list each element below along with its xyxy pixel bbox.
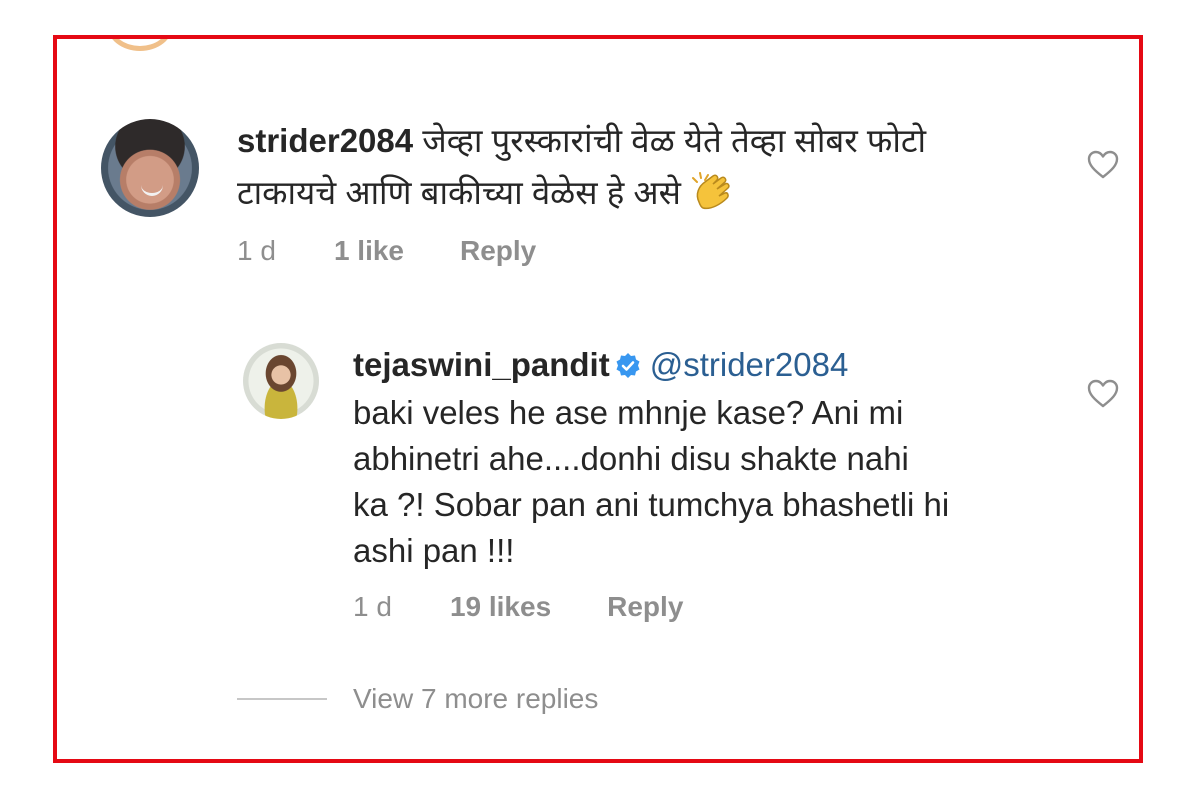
- reply-button[interactable]: Reply: [460, 235, 536, 267]
- reply-button[interactable]: Reply: [607, 591, 683, 623]
- reply-meta: 1 d 19 likes Reply: [353, 591, 683, 623]
- avatar-smile: [141, 185, 163, 196]
- comment-meta: 1 d 1 like Reply: [237, 235, 536, 267]
- comment-likes[interactable]: 1 like: [334, 235, 404, 267]
- replies-divider: [237, 698, 327, 700]
- screenshot-frame: strider2084 जेव्हा पुरस्कारांची वेळ येते…: [53, 35, 1143, 763]
- reply-likes[interactable]: 19 likes: [450, 591, 551, 623]
- avatar: [107, 39, 173, 51]
- reply-body-line-4: ashi pan !!!: [353, 532, 515, 569]
- reply-body-line-2: abhinetri ahe....donhi disu shakte nahi: [353, 440, 909, 477]
- reply-body-line-1: baki veles he ase mhnje kase? Ani mi: [353, 394, 904, 431]
- like-heart-icon[interactable]: [1087, 150, 1119, 180]
- avatar-tejaswini_pandit[interactable]: [243, 343, 319, 419]
- comment-body-line-2: टाकायचे आणि बाकीच्या वेळेस हे असे: [237, 174, 681, 211]
- avatar-strider2084[interactable]: [101, 119, 199, 217]
- verified-badge-icon: [614, 347, 642, 378]
- reply-time: 1 d: [353, 591, 392, 622]
- like-heart-icon[interactable]: [1087, 379, 1119, 409]
- comment-text: strider2084 जेव्हा पुरस्कारांची वेळ येते…: [237, 119, 1057, 163]
- mention-link[interactable]: @strider2084: [650, 346, 849, 383]
- reply-header: tejaswini_pandit @strider2084: [353, 343, 1053, 387]
- view-more-replies[interactable]: View 7 more replies: [237, 683, 598, 715]
- clapping-hands-icon: [691, 172, 735, 212]
- previous-comment-avatar-peek: [57, 39, 257, 53]
- comment-time: 1 d: [237, 235, 276, 266]
- reply-body-line-3: ka ?! Sobar pan ani tumchya bhashetli hi: [353, 486, 950, 523]
- reply-username[interactable]: tejaswini_pandit: [353, 346, 610, 383]
- comment-body-line-1: जेव्हा पुरस्कारांची वेळ येते तेव्हा सोबर…: [422, 122, 927, 159]
- comment-username[interactable]: strider2084: [237, 122, 413, 159]
- view-more-replies-label[interactable]: View 7 more replies: [353, 683, 598, 715]
- comment-text-line-2: टाकायचे आणि बाकीच्या वेळेस हे असे: [237, 171, 1057, 215]
